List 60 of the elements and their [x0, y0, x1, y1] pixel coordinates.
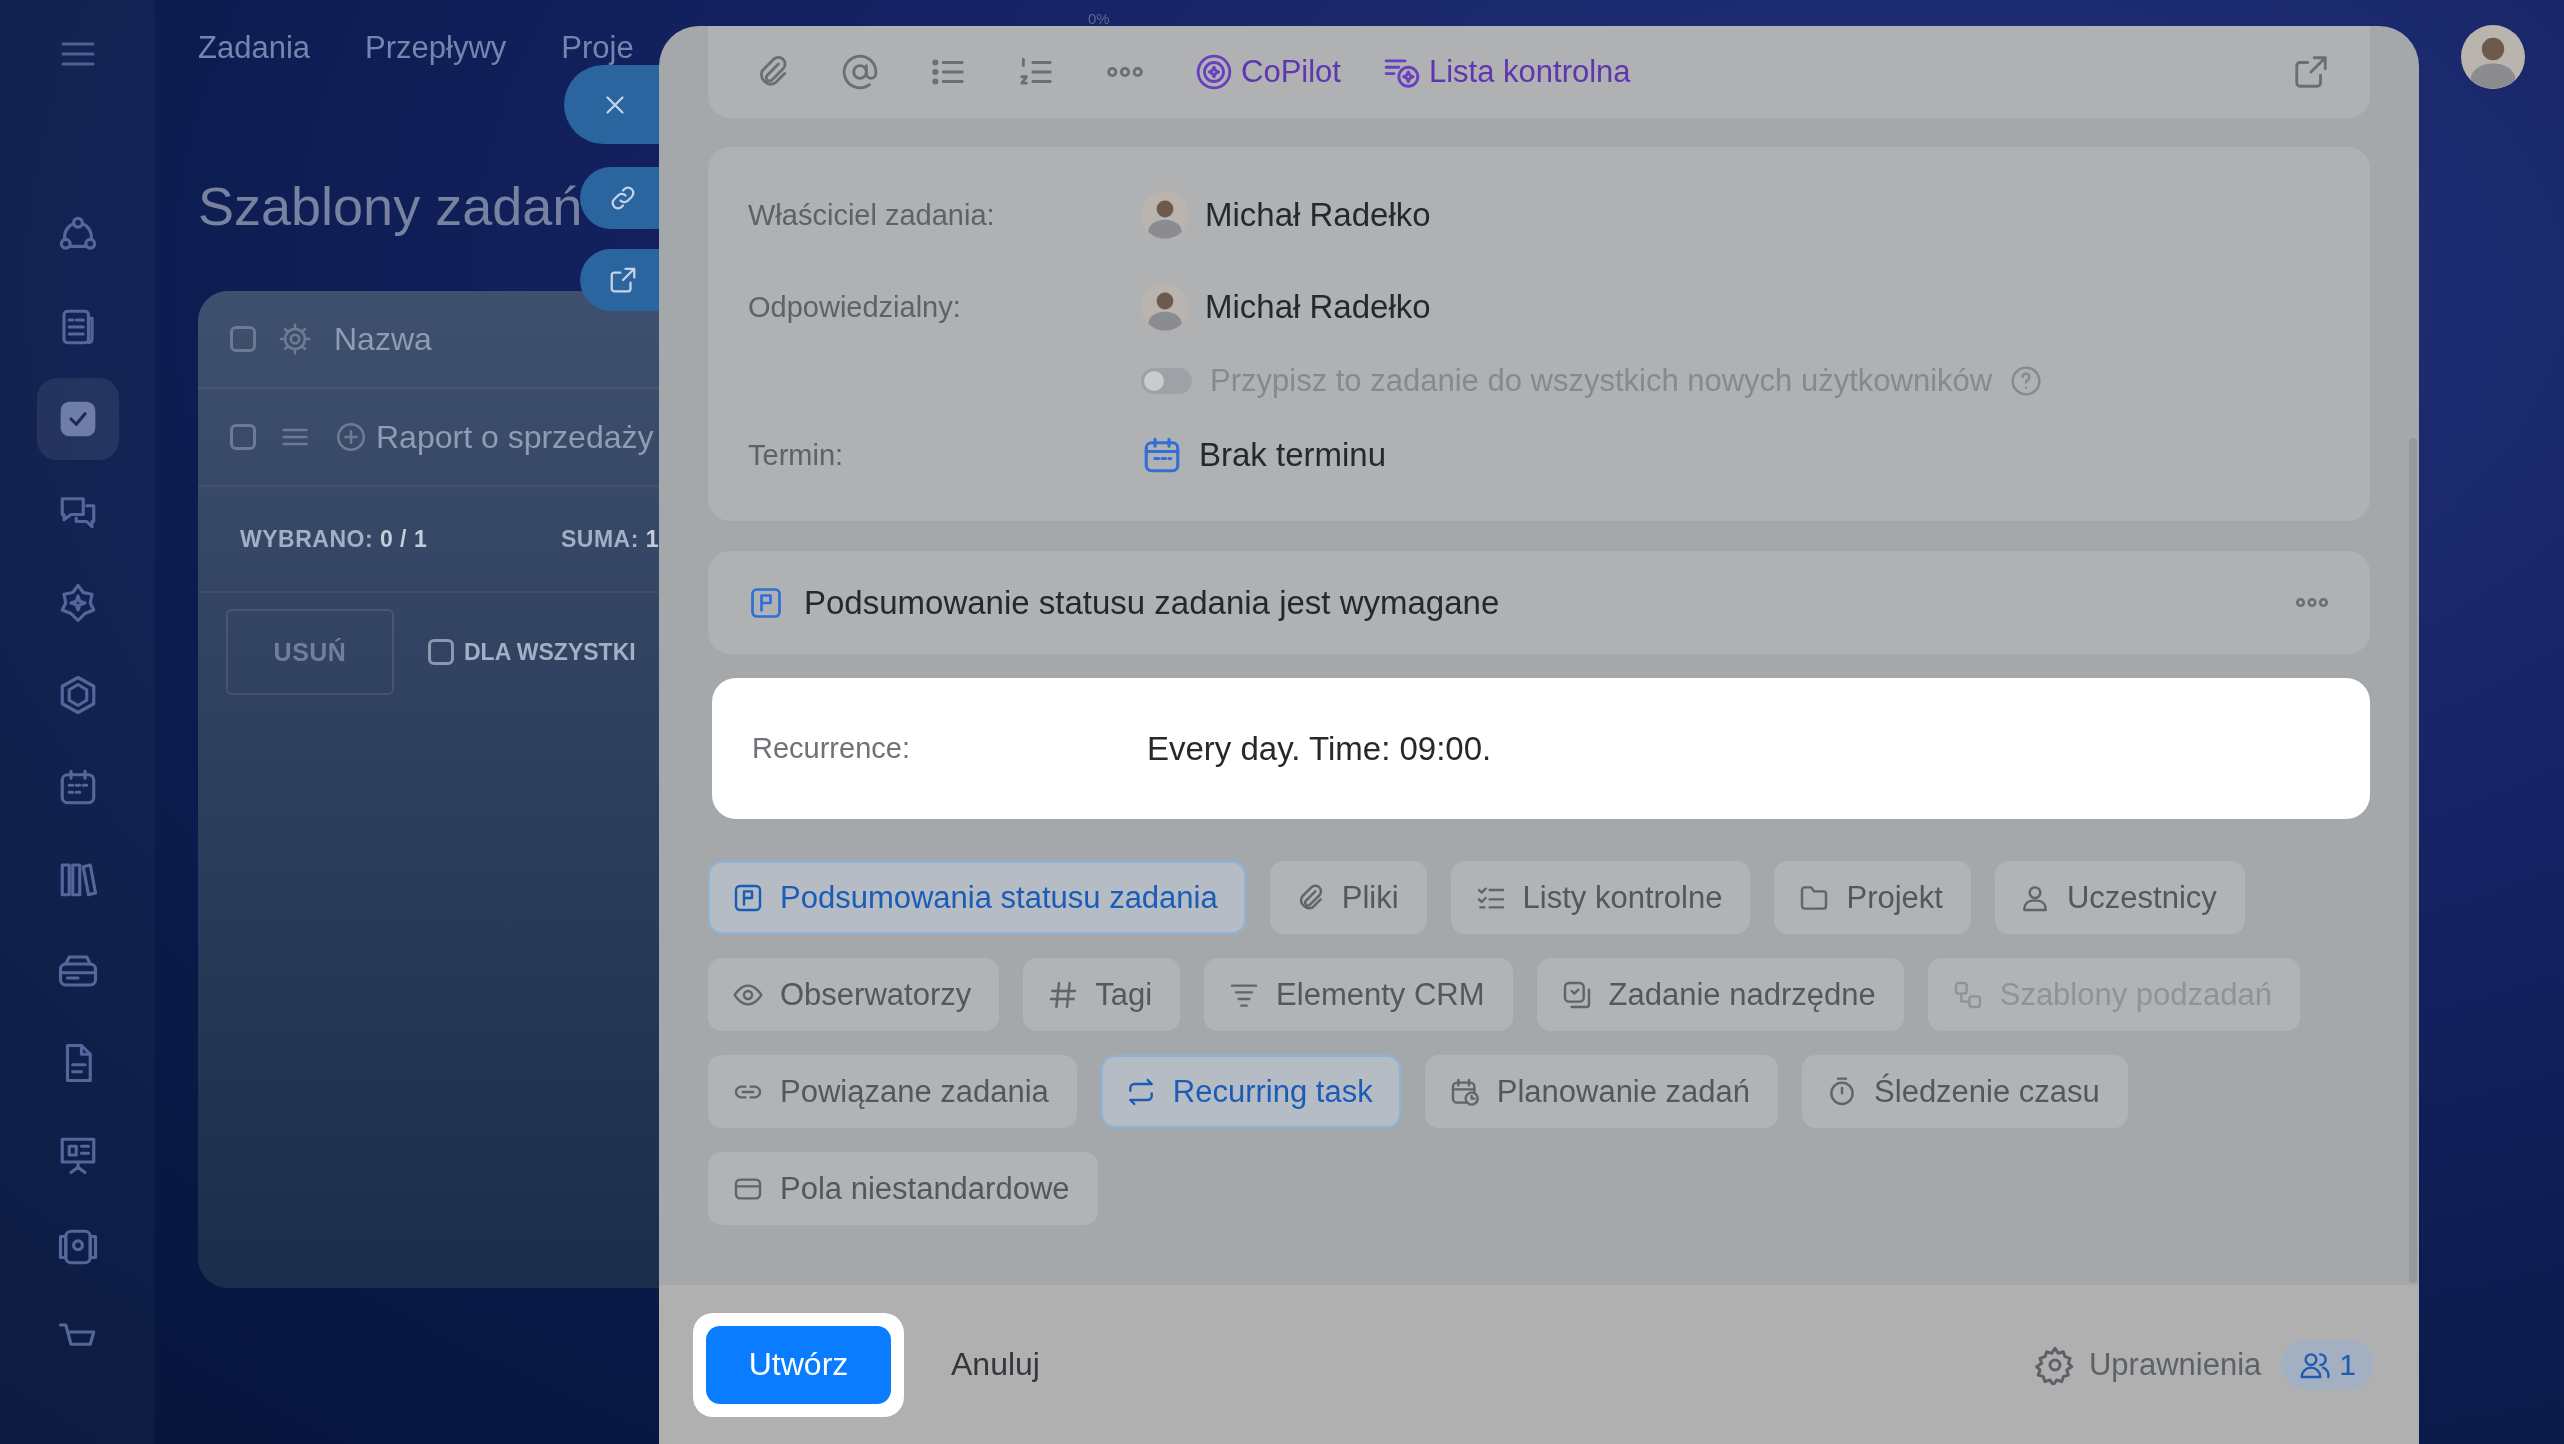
cancel-button[interactable]: Anuluj — [951, 1346, 1040, 1383]
progress-label: 0% — [1088, 10, 1110, 27]
selected-count: WYBRANO: 0 / 1 — [240, 525, 429, 553]
section-chip[interactable]: Listy kontrolne — [1450, 861, 1751, 934]
permissions-button[interactable]: Uprawnienia — [2035, 1344, 2262, 1385]
gear-icon — [278, 322, 312, 356]
recurrence-value: Every day. Time: 09:00. — [1147, 729, 1493, 768]
column-header: Nazwa — [334, 320, 432, 358]
checklist-button[interactable]: Lista kontrolna — [1382, 53, 1631, 91]
at-sign-icon — [841, 53, 879, 91]
user-name[interactable]: Michał Radełko — [1205, 196, 1431, 234]
page-title: Szablony zadań — [198, 175, 583, 238]
section-chip[interactable]: Planowanie zadań — [1424, 1055, 1779, 1128]
field-label: Termin: — [748, 438, 845, 472]
toggle-switch[interactable] — [1141, 368, 1192, 394]
section-chip[interactable]: Pola niestandardowe — [708, 1152, 1098, 1225]
more-icon[interactable] — [1105, 66, 1145, 78]
settings-icon — [2035, 1344, 2075, 1385]
section-chip[interactable]: Powiązane zadania — [708, 1055, 1077, 1128]
deadline-value[interactable]: Brak terminu — [1199, 436, 1387, 474]
table-cell: Raport o sprzedaży — [376, 418, 654, 456]
section-chip[interactable]: Pliki — [1269, 861, 1427, 934]
checkbox[interactable] — [230, 424, 256, 450]
section-chip[interactable]: Śledzenie czasu — [1802, 1055, 2128, 1128]
copy-link-button[interactable] — [580, 167, 659, 229]
external-link-icon — [2292, 53, 2330, 91]
section-chip[interactable]: Elementy CRM — [1204, 958, 1513, 1031]
status-summary-text: Podsumowanie statusu zadania jest wymagane — [804, 583, 1500, 622]
delete-button[interactable]: USUŃ — [226, 609, 394, 695]
nav-tab[interactable]: Zadania — [198, 31, 311, 65]
copilot-button[interactable]: CoPilot — [1195, 53, 1341, 91]
open-new-window-button[interactable] — [580, 249, 659, 311]
checkbox[interactable] — [428, 639, 454, 665]
checkbox-label: DLA WSZYSTKI — [464, 638, 636, 666]
section-chip[interactable]: Obserwatorzy — [708, 958, 1000, 1031]
members-count-badge[interactable]: 1 — [2281, 1339, 2374, 1390]
checkbox[interactable] — [230, 326, 256, 352]
section-chip[interactable]: Uczestnicy — [1994, 861, 2245, 934]
help-icon — [2010, 365, 2043, 397]
nav-tab[interactable]: Przepływy — [365, 31, 507, 65]
avatar — [2461, 25, 2525, 89]
user-name[interactable]: Michał Radełko — [1205, 288, 1431, 326]
section-chip[interactable]: Zadanie nadrzędne — [1536, 958, 1904, 1031]
avatar — [1141, 191, 1189, 239]
copilot-icon — [1195, 53, 1233, 91]
field-label: Odpowiedzialny: — [748, 290, 962, 324]
section-chip[interactable]: Tagi — [1023, 958, 1181, 1031]
more-icon[interactable] — [2294, 597, 2330, 608]
create-button[interactable]: Utwórz — [706, 1325, 891, 1404]
close-button[interactable] — [564, 65, 659, 144]
nav-tab[interactable]: Proje — [561, 31, 634, 65]
field-label: Właściciel zadania: — [748, 198, 996, 232]
section-chip[interactable]: Projekt — [1774, 861, 1971, 934]
sidebar-item[interactable] — [36, 378, 119, 460]
section-chip[interactable]: Podsumowania statusu zadania — [708, 861, 1246, 934]
section-chip[interactable]: Recurring task — [1100, 1055, 1401, 1128]
total-count: SUMA: 1 — [561, 525, 661, 553]
avatar — [1141, 283, 1189, 331]
plus-circle-icon — [334, 420, 368, 454]
field-label: Recurrence: — [752, 732, 911, 765]
